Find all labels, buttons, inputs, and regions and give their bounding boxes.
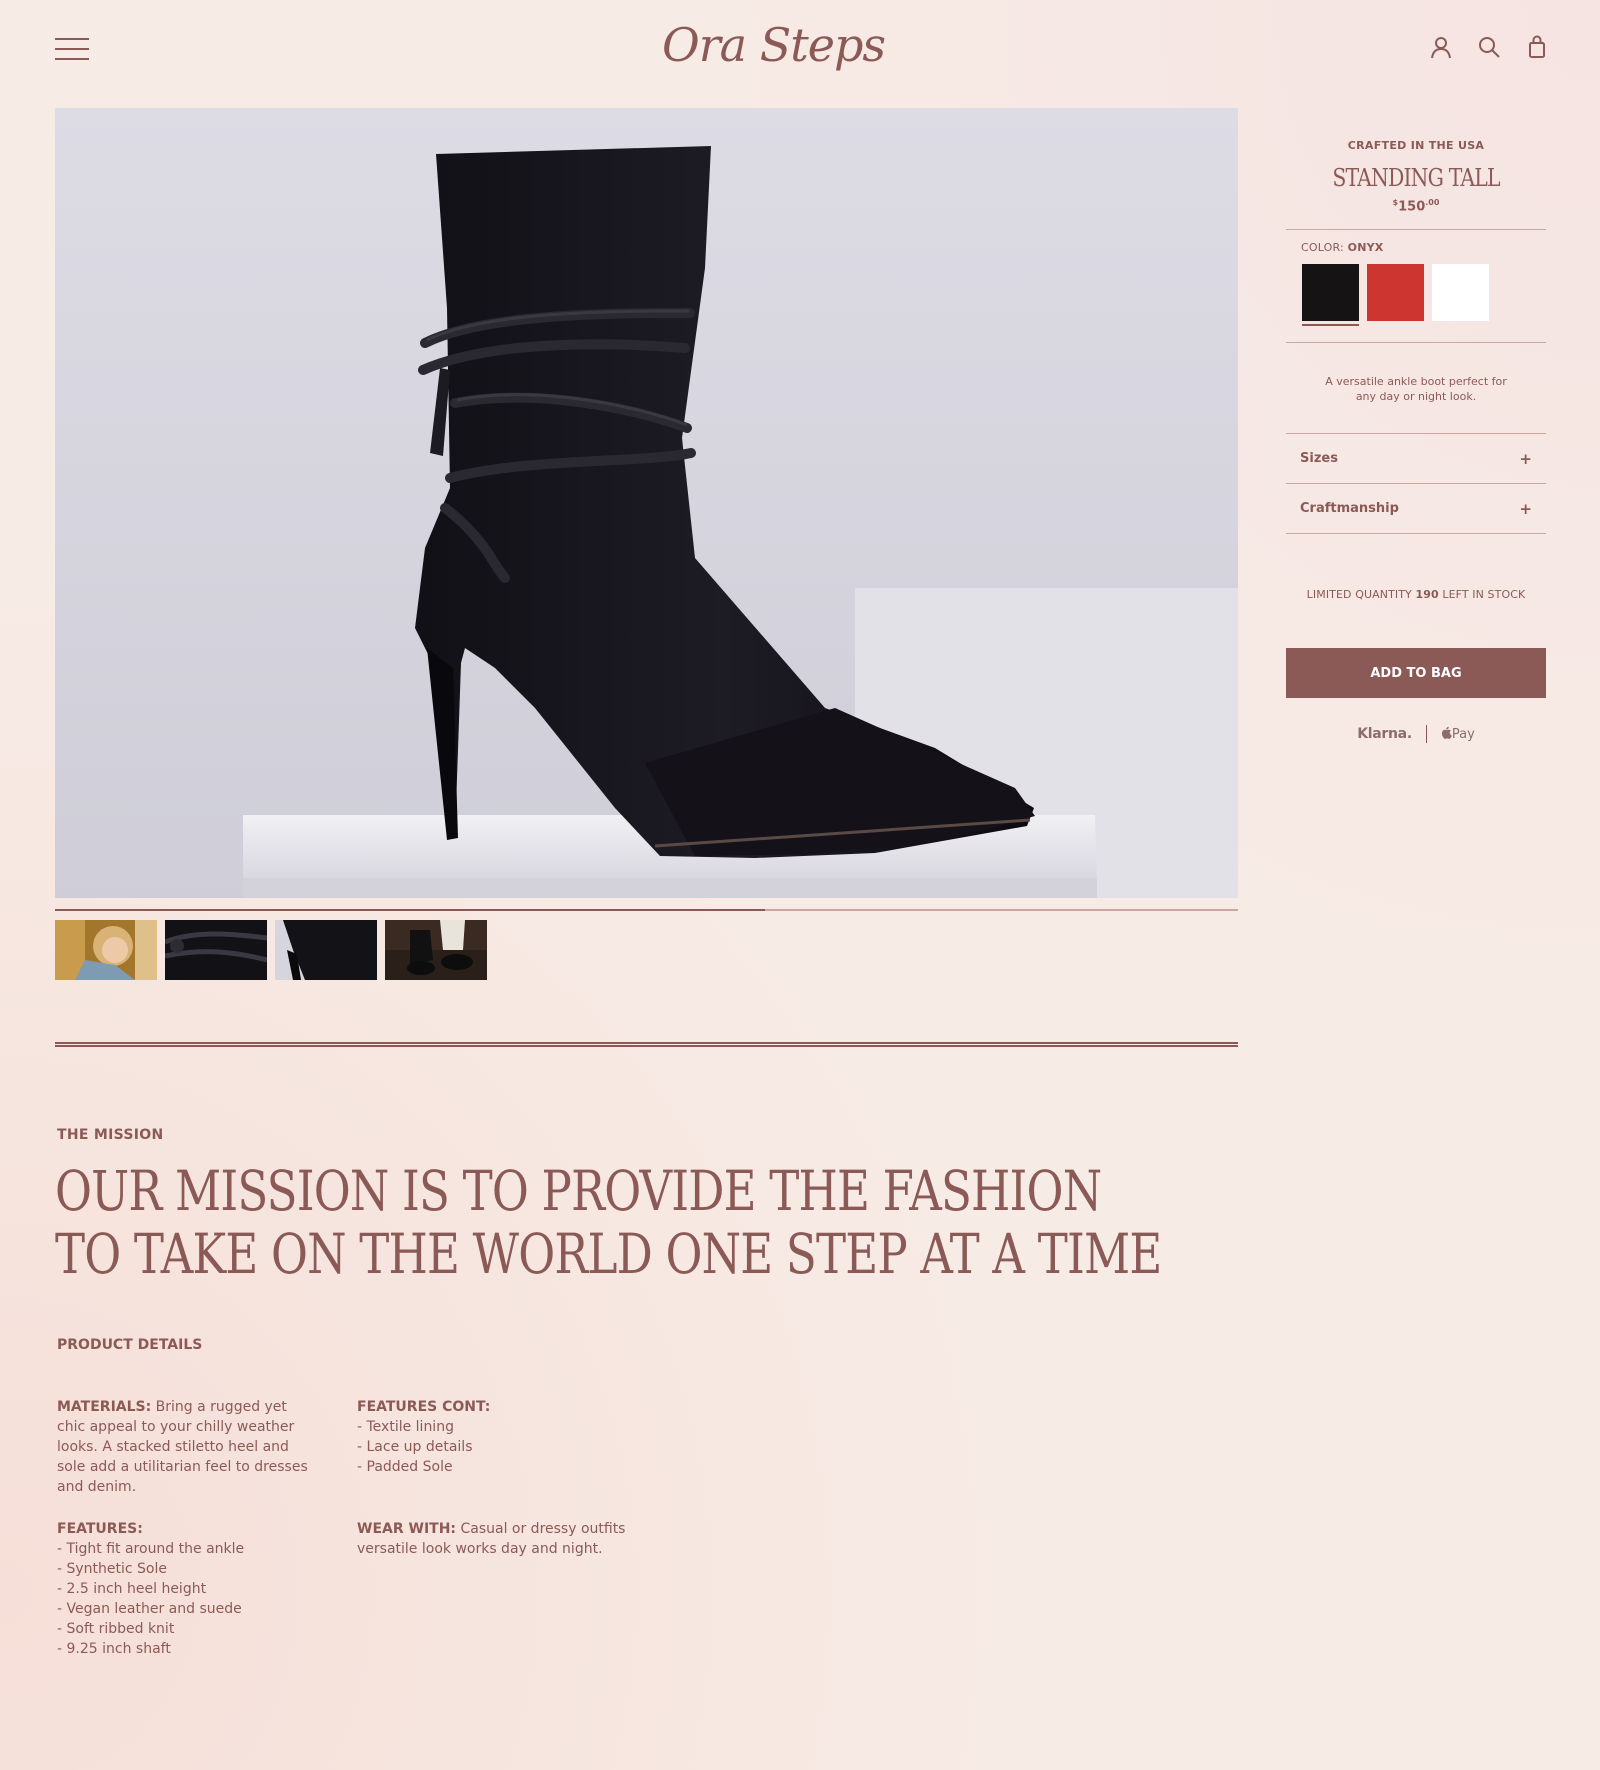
menu-icon[interactable]	[55, 38, 89, 60]
crafted-label: CRAFTED IN THE USA	[1347, 139, 1485, 152]
product-sidebar: CRAFTED IN THE USA STANDING TALL $150.00…	[1286, 108, 1546, 744]
search-icon[interactable]	[1476, 34, 1502, 60]
stock-notice: LIMITED QUANTITY 190 LEFT IN STOCK	[1286, 588, 1546, 601]
accordion-craftmanship[interactable]: Craftmanship +	[1286, 484, 1546, 535]
gallery-progress-fill	[55, 909, 765, 911]
features-cont-block: FEATURES CONT: - Textile lining - Lace u…	[357, 1397, 637, 1477]
mission-headline-line-2: TO TAKE ON THE WORLD ONE STEP AT A TIME	[55, 1222, 1162, 1286]
wear-with-label: WEAR WITH:	[357, 1521, 457, 1537]
plus-icon: +	[1519, 499, 1532, 518]
features-block: FEATURES: - Tight fit around the ankle -…	[57, 1519, 317, 1659]
mission-headline: OUR MISSION IS TO PROVIDE THE FASHION TO…	[55, 1159, 1162, 1286]
product-name: STANDING TALL	[1332, 164, 1500, 192]
apple-pay-logo: Pay	[1441, 726, 1475, 742]
header-icons	[1428, 34, 1550, 60]
payment-options: Klarna. Pay	[1286, 725, 1546, 744]
accordion-craftmanship-label: Craftmanship	[1300, 501, 1399, 517]
gallery-progress	[55, 909, 1238, 911]
product-description: A versatile ankle boot perfect for any d…	[1325, 375, 1507, 404]
apple-pay-text: Pay	[1451, 727, 1475, 743]
materials-block: MATERIALS: Bring a rugged yet chic appea…	[57, 1397, 317, 1497]
mission-label: THE MISSION	[57, 1127, 164, 1143]
stock-suffix: LEFT IN STOCK	[1438, 588, 1526, 602]
swatch-red[interactable]	[1367, 264, 1424, 322]
thumbnail-strip	[55, 920, 487, 980]
features-item: - Soft ribbed knit	[57, 1621, 175, 1637]
features-cont-item: - Textile lining	[357, 1419, 454, 1435]
stock-count: 190	[1415, 588, 1439, 602]
features-item: - 2.5 inch heel height	[57, 1581, 207, 1597]
price-cents: .00	[1425, 198, 1440, 207]
features-cont-item: - Lace up details	[357, 1439, 473, 1455]
price-main: 150	[1398, 199, 1426, 215]
swatch-white[interactable]	[1432, 264, 1489, 322]
color-swatches	[1302, 264, 1546, 327]
payment-divider	[1425, 725, 1427, 744]
accordion-sizes-label: Sizes	[1300, 451, 1338, 467]
accordion-sizes[interactable]: Sizes +	[1286, 434, 1546, 485]
product-details-label: PRODUCT DETAILS	[57, 1337, 203, 1353]
product-price: $150.00	[1286, 198, 1546, 214]
thumb-lifestyle[interactable]	[385, 920, 487, 980]
thumb-heel[interactable]	[275, 920, 377, 980]
swatch-onyx[interactable]	[1302, 264, 1359, 327]
features-item: - Tight fit around the ankle	[57, 1541, 245, 1557]
color-label-text: COLOR:	[1301, 241, 1348, 255]
features-item: - Synthetic Sole	[57, 1561, 168, 1577]
color-value: ONYX	[1347, 241, 1384, 255]
apple-icon	[1441, 727, 1452, 740]
features-item: - Vegan leather and suede	[57, 1601, 242, 1617]
features-item: - 9.25 inch shaft	[57, 1641, 171, 1657]
divider	[1286, 229, 1546, 231]
features-cont-item: - Padded Sole	[357, 1459, 453, 1475]
bag-icon[interactable]	[1524, 34, 1550, 60]
stock-prefix: LIMITED QUANTITY	[1306, 588, 1416, 602]
mission-headline-line-1: OUR MISSION IS TO PROVIDE THE FASHION	[55, 1159, 1102, 1223]
klarna-logo: Klarna.	[1357, 726, 1412, 743]
section-divider	[55, 1042, 1238, 1047]
wear-with-block: WEAR WITH: Casual or dressy outfits vers…	[357, 1519, 637, 1559]
account-icon[interactable]	[1428, 34, 1454, 60]
materials-label: MATERIALS:	[57, 1399, 152, 1415]
add-to-bag-button[interactable]: ADD TO BAG	[1286, 648, 1546, 699]
color-label: COLOR: ONYX	[1301, 241, 1546, 254]
boot-illustration	[55, 108, 1238, 898]
thumb-straps[interactable]	[165, 920, 267, 980]
features-cont-label: FEATURES CONT:	[357, 1399, 491, 1415]
plus-icon: +	[1519, 449, 1532, 468]
logo[interactable]: Ora Steps	[600, 18, 947, 72]
main-product-image[interactable]	[55, 108, 1238, 898]
thumb-model[interactable]	[55, 920, 157, 980]
features-label: FEATURES:	[57, 1521, 143, 1537]
